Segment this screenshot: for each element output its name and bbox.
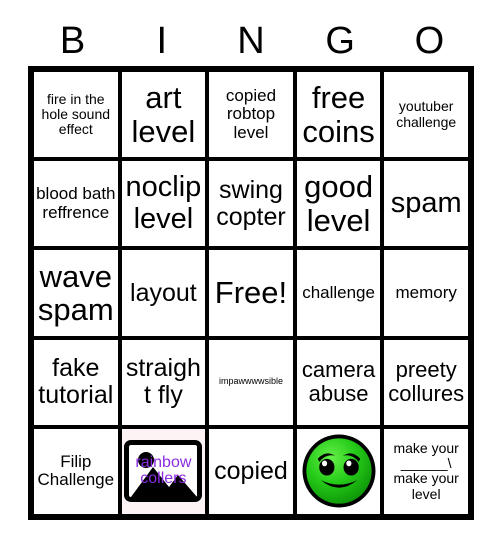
- bingo-cell-b1[interactable]: fire in the hole sound effect: [32, 70, 120, 160]
- bingo-cell-label: preety collures: [388, 357, 465, 407]
- bingo-cell-o4[interactable]: preety collures: [382, 337, 470, 427]
- bingo-cell-label: fake tutorial: [38, 354, 114, 410]
- bingo-cell-label: noclip level: [125, 171, 202, 235]
- bingo-cell-b4[interactable]: fake tutorial: [32, 337, 120, 427]
- bingo-cell-label: layout: [130, 278, 197, 307]
- bingo-cell-n1[interactable]: copied robtop level: [207, 70, 295, 160]
- bingo-row: wave spam layout Free! challenge memory: [32, 248, 470, 338]
- bingo-grid: fire in the hole sound effect art level …: [28, 66, 474, 520]
- header-letter-g: G: [325, 20, 355, 62]
- bingo-cell-label: Filip Challenge: [37, 452, 115, 490]
- bingo-cell-label: copied: [214, 456, 288, 485]
- broken-image-alt-text: rainbow collers: [135, 454, 192, 488]
- bingo-cell-g5[interactable]: [294, 426, 383, 517]
- bingo-cell-label: fire in the hole sound effect: [41, 90, 111, 138]
- bingo-card: B I N G O fire in the hole sound effect …: [0, 0, 502, 544]
- bingo-cell-g2[interactable]: good level: [294, 159, 383, 249]
- bingo-cell-g1[interactable]: free coins: [294, 70, 383, 160]
- bingo-cell-o5[interactable]: make your ______\ make your level: [382, 426, 470, 517]
- bingo-cell-g3[interactable]: challenge: [294, 248, 383, 338]
- bingo-cell-i3[interactable]: layout: [119, 248, 208, 338]
- free-space-label: Free!: [214, 275, 288, 311]
- broken-image-placeholder: rainbow collers: [124, 440, 203, 503]
- header-letter-o: O: [414, 20, 445, 62]
- bingo-cell-n4[interactable]: impawwwwsible: [207, 337, 295, 427]
- bingo-row: fake tutorial straight fly impawwwwsible…: [32, 337, 470, 427]
- bingo-cell-n2[interactable]: swing copter: [207, 159, 295, 249]
- bingo-row: blood bath reffrence noclip level swing …: [32, 159, 470, 249]
- bingo-cell-i1[interactable]: art level: [119, 70, 208, 160]
- bingo-cell-free-space[interactable]: Free!: [207, 248, 295, 338]
- header-letter-i: I: [156, 20, 168, 62]
- bingo-cell-g4[interactable]: camera abuse: [294, 337, 383, 427]
- bingo-header: B I N G O: [28, 16, 474, 66]
- bingo-cell-label: youtuber challenge: [396, 98, 457, 130]
- bingo-cell-label: art level: [131, 80, 196, 149]
- bingo-cell-n5[interactable]: copied: [207, 426, 295, 517]
- bingo-cell-label: blood bath reffrence: [36, 184, 116, 222]
- bingo-cell-o3[interactable]: memory: [382, 248, 470, 338]
- bingo-cell-label: memory: [395, 282, 457, 302]
- header-letter-n: N: [237, 20, 265, 62]
- bingo-cell-b5[interactable]: Filip Challenge: [32, 426, 120, 517]
- bingo-cell-label: swing copter: [216, 175, 286, 231]
- bingo-cell-label: spam: [390, 187, 462, 220]
- bingo-row: Filip Challenge rainbow collers copied m…: [32, 426, 470, 517]
- bingo-cell-i2[interactable]: noclip level: [119, 159, 208, 249]
- geometry-dash-face-icon: [302, 434, 376, 508]
- bingo-cell-i4[interactable]: straight fly: [119, 337, 208, 427]
- bingo-cell-label: copied robtop level: [225, 86, 277, 142]
- bingo-cell-b2[interactable]: blood bath reffrence: [32, 159, 120, 249]
- bingo-cell-i5[interactable]: rainbow collers: [119, 426, 208, 517]
- header-letter-b: B: [59, 20, 86, 62]
- bingo-cell-label: wave spam: [37, 258, 114, 327]
- bingo-cell-label: camera abuse: [301, 357, 376, 407]
- bingo-cell-label: impawwwwsible: [218, 376, 283, 387]
- bingo-cell-label: make your ______\ make your level: [393, 440, 459, 502]
- bingo-cell-o1[interactable]: youtuber challenge: [382, 70, 470, 160]
- bingo-row: fire in the hole sound effect art level …: [32, 70, 470, 160]
- bingo-cell-label: straight fly: [125, 354, 201, 410]
- bingo-cell-o2[interactable]: spam: [382, 159, 470, 249]
- bingo-cell-label: challenge: [302, 282, 375, 302]
- bingo-cell-label: good level: [304, 169, 374, 238]
- bingo-cell-label: free coins: [302, 80, 375, 149]
- bingo-cell-b3[interactable]: wave spam: [32, 248, 120, 338]
